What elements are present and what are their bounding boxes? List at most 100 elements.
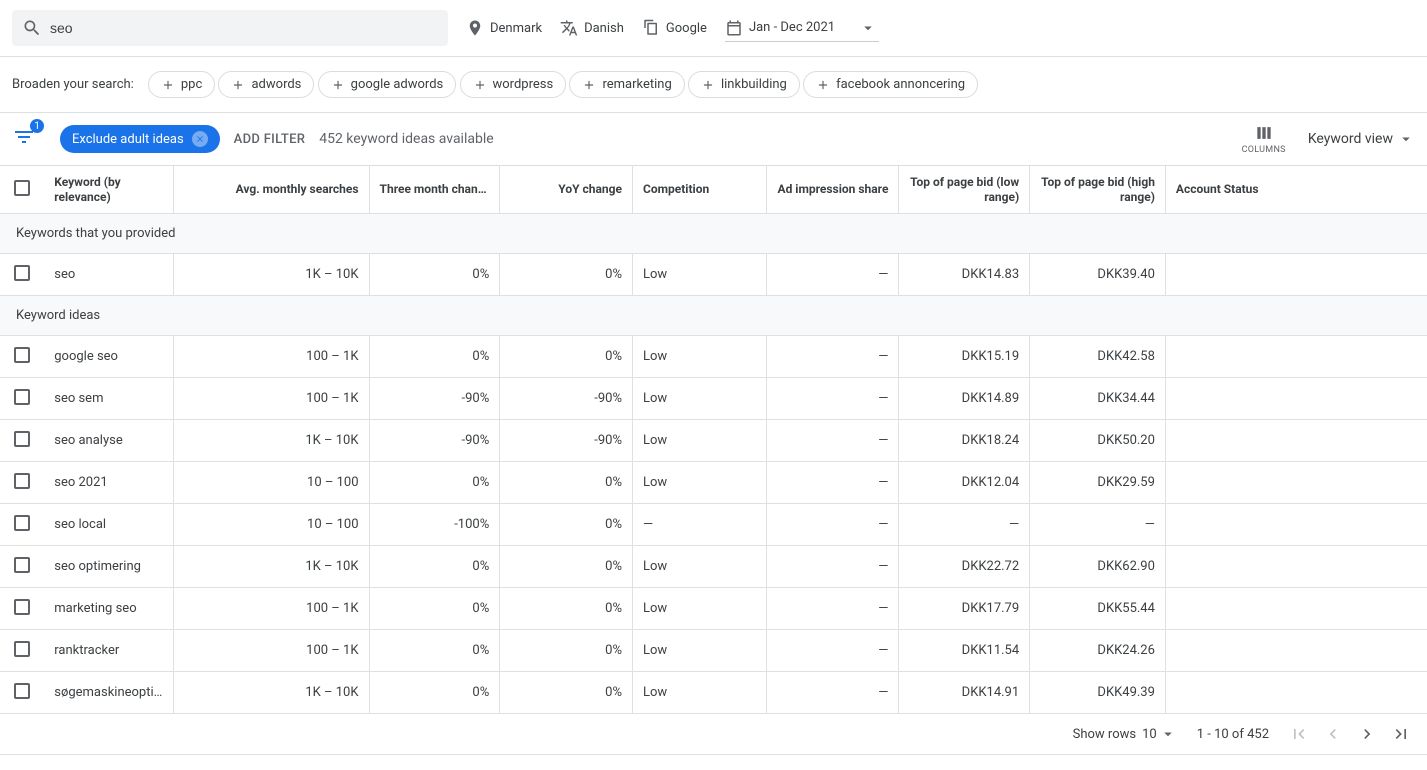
last-page-icon[interactable]	[1391, 724, 1411, 744]
cell-competition: Low	[632, 420, 766, 462]
cell-bid-low: DKK14.91	[899, 672, 1030, 714]
show-rows-label: Show rows	[1073, 727, 1136, 742]
columns-label: COLUMNS	[1242, 145, 1286, 155]
cell-impression: —	[766, 546, 899, 588]
header-competition[interactable]: Competition	[632, 166, 766, 214]
cell-status	[1165, 462, 1427, 504]
date-range-picker[interactable]: Jan - Dec 2021	[725, 15, 879, 42]
cell-status	[1165, 630, 1427, 672]
broaden-label: Broaden your search:	[12, 77, 134, 92]
add-filter-button[interactable]: ADD FILTER	[234, 132, 306, 147]
next-page-icon[interactable]	[1357, 724, 1377, 744]
broaden-chip[interactable]: wordpress	[460, 71, 567, 98]
select-all-checkbox[interactable]	[14, 180, 30, 196]
broaden-chip[interactable]: facebook annoncering	[803, 71, 978, 98]
header-bid-high[interactable]: Top of page bid (high range)	[1030, 166, 1166, 214]
cell-impression: —	[766, 588, 899, 630]
header-bid-low[interactable]: Top of page bid (low range)	[899, 166, 1030, 214]
cell-yoy: 0%	[500, 504, 633, 546]
cell-avg: 100 – 1K	[174, 630, 369, 672]
row-checkbox[interactable]	[14, 473, 30, 489]
cell-bid-high: DKK24.26	[1030, 630, 1166, 672]
table-row: seo 202110 – 1000%0%Low—DKK12.04DKK29.59	[0, 462, 1427, 504]
prev-page-icon[interactable]	[1323, 724, 1343, 744]
cell-yoy: 0%	[500, 588, 633, 630]
show-rows-select[interactable]: 10	[1142, 725, 1177, 743]
header-yoy[interactable]: YoY change	[500, 166, 633, 214]
row-checkbox[interactable]	[14, 265, 30, 281]
cell-impression: —	[766, 504, 899, 546]
language-value: Danish	[584, 21, 624, 36]
cell-keyword: seo sem	[44, 378, 174, 420]
cell-avg: 1K – 10K	[174, 420, 369, 462]
broaden-chip[interactable]: ppc	[148, 71, 215, 98]
date-range-value: Jan - Dec 2021	[749, 20, 835, 35]
plus-icon	[701, 78, 715, 92]
calendar-icon	[725, 19, 743, 37]
plus-icon	[816, 78, 830, 92]
row-checkbox[interactable]	[14, 557, 30, 573]
cell-status	[1165, 504, 1427, 546]
header-three-month[interactable]: Three month change	[369, 166, 500, 214]
keyword-view-dropdown[interactable]: Keyword view	[1308, 130, 1415, 148]
chip-label: facebook annoncering	[836, 77, 965, 92]
cell-three-month: 0%	[369, 630, 500, 672]
remove-filter-button[interactable]	[192, 131, 208, 147]
columns-button[interactable]: COLUMNS	[1242, 123, 1286, 155]
row-checkbox[interactable]	[14, 431, 30, 447]
cell-impression: —	[766, 630, 899, 672]
translate-icon	[560, 19, 578, 37]
dropdown-icon	[1159, 725, 1177, 743]
cell-avg: 100 – 1K	[174, 378, 369, 420]
cell-impression: —	[766, 254, 899, 296]
row-checkbox[interactable]	[14, 641, 30, 657]
cell-bid-high: DKK29.59	[1030, 462, 1166, 504]
table-section-row: Keyword ideas	[0, 296, 1427, 336]
cell-competition: Low	[632, 630, 766, 672]
first-page-icon[interactable]	[1289, 724, 1309, 744]
location-value: Denmark	[490, 21, 542, 36]
cell-bid-low: DKK18.24	[899, 420, 1030, 462]
header-avg[interactable]: Avg. monthly searches	[174, 166, 369, 214]
cell-competition: Low	[632, 546, 766, 588]
table-pager: Show rows 10 1 - 10 of 452	[0, 714, 1427, 755]
cell-status	[1165, 546, 1427, 588]
row-checkbox[interactable]	[14, 347, 30, 363]
cell-bid-high: DKK39.40	[1030, 254, 1166, 296]
active-filter-pill[interactable]: Exclude adult ideas	[60, 125, 220, 153]
pager-range: 1 - 10 of 452	[1197, 727, 1269, 742]
table-row: seo sem100 – 1K-90%-90%Low—DKK14.89DKK34…	[0, 378, 1427, 420]
cell-bid-high: DKK55.44	[1030, 588, 1166, 630]
cell-status	[1165, 672, 1427, 714]
results-toolbar: 1 Exclude adult ideas ADD FILTER 452 key…	[0, 112, 1427, 165]
table-row: ranktracker100 – 1K0%0%Low—DKK11.54DKK24…	[0, 630, 1427, 672]
row-checkbox[interactable]	[14, 515, 30, 531]
search-input[interactable]	[50, 20, 438, 36]
table-section-row: Keywords that you provided	[0, 214, 1427, 254]
location-icon	[466, 19, 484, 37]
filter-count-badge: 1	[30, 119, 44, 133]
header-impression[interactable]: Ad impression share	[766, 166, 899, 214]
cell-bid-low: DKK22.72	[899, 546, 1030, 588]
header-status[interactable]: Account Status	[1165, 166, 1427, 214]
search-box[interactable]	[12, 10, 448, 46]
cell-status	[1165, 420, 1427, 462]
broaden-chip[interactable]: google adwords	[318, 71, 457, 98]
broaden-chip[interactable]: adwords	[218, 71, 314, 98]
network-filter[interactable]: Google	[642, 19, 707, 37]
network-icon	[642, 19, 660, 37]
cell-impression: —	[766, 462, 899, 504]
cell-avg: 10 – 100	[174, 462, 369, 504]
row-checkbox[interactable]	[14, 599, 30, 615]
language-filter[interactable]: Danish	[560, 19, 624, 37]
location-filter[interactable]: Denmark	[466, 19, 542, 37]
filter-funnel-button[interactable]: 1	[12, 125, 36, 153]
broaden-chip[interactable]: linkbuilding	[688, 71, 800, 98]
row-checkbox[interactable]	[14, 389, 30, 405]
broaden-search-row: Broaden your search: ppc adwords google …	[0, 57, 1427, 112]
header-keyword[interactable]: Keyword (by relevance)	[44, 166, 174, 214]
cell-avg: 100 – 1K	[174, 336, 369, 378]
broaden-chip[interactable]: remarketing	[569, 71, 684, 98]
table-row: seo optimering1K – 10K0%0%Low—DKK22.72DK…	[0, 546, 1427, 588]
row-checkbox[interactable]	[14, 683, 30, 699]
